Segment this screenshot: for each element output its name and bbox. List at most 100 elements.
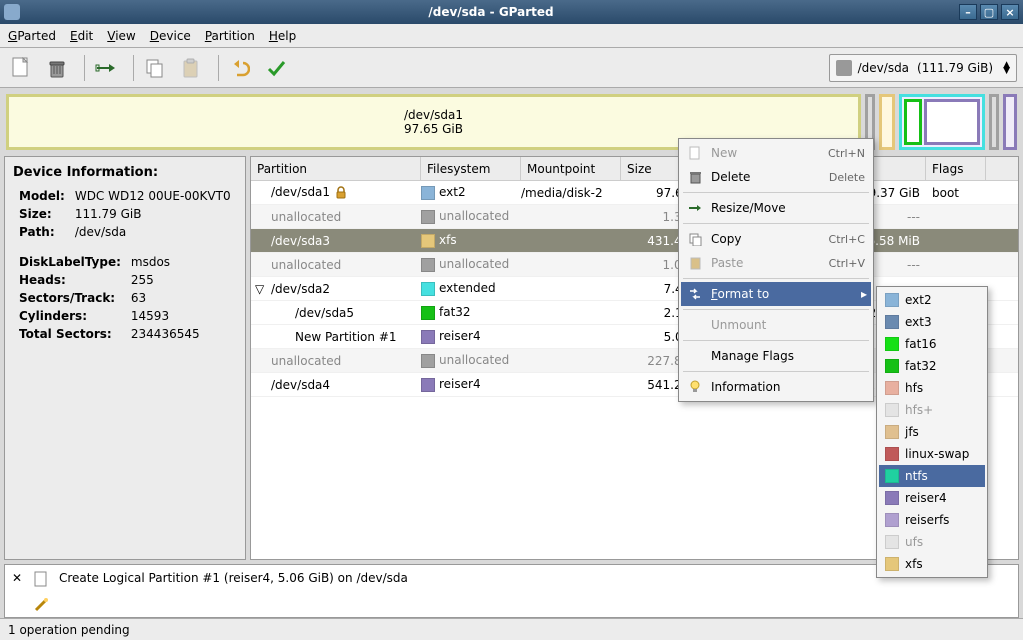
cylinders-value: 14593 xyxy=(127,308,204,324)
copy-button[interactable] xyxy=(140,53,170,83)
format-option-xfs[interactable]: xfs xyxy=(879,553,985,575)
visual-partition-sda5[interactable] xyxy=(904,99,922,145)
filesystem-swatch-icon xyxy=(885,315,899,329)
format-option-jfs[interactable]: jfs xyxy=(879,421,985,443)
mountpoint-value: /media/disk-2 xyxy=(521,186,621,200)
close-button[interactable]: × xyxy=(1001,4,1019,20)
menu-partition[interactable]: Partition xyxy=(205,29,255,43)
ctx-paste: Paste Ctrl+V xyxy=(681,251,871,275)
col-flags[interactable]: Flags xyxy=(926,157,986,180)
ctx-information[interactable]: Information xyxy=(681,375,871,399)
partition-name: /dev/sda2 xyxy=(271,282,330,296)
undo-button[interactable] xyxy=(225,53,255,83)
partition-name: New Partition #1 xyxy=(295,330,397,344)
maximize-button[interactable]: ▢ xyxy=(980,4,998,20)
menu-gparted[interactable]: GParted xyxy=(8,29,56,43)
col-partition[interactable]: Partition xyxy=(251,157,421,180)
toolbar: /dev/sda (111.79 GiB) ▲▼ xyxy=(0,48,1023,88)
filesystem-name: xfs xyxy=(439,233,457,247)
format-label: hfs+ xyxy=(905,403,933,417)
format-option-reiserfs[interactable]: reiserfs xyxy=(879,509,985,531)
visual-label-size: 97.65 GiB xyxy=(404,122,463,136)
resize-icon xyxy=(687,203,703,213)
menu-device[interactable]: Device xyxy=(150,29,191,43)
filesystem-swatch-icon xyxy=(421,330,435,344)
ctx-resize-move[interactable]: Resize/Move xyxy=(681,196,871,220)
visual-new-partition[interactable] xyxy=(924,99,980,145)
visual-partition-sda3[interactable] xyxy=(879,94,895,150)
format-label: xfs xyxy=(905,557,923,571)
format-label: ext3 xyxy=(905,315,932,329)
menubar: GParted Edit View Device Partition Help xyxy=(0,24,1023,48)
filesystem-name: ext2 xyxy=(439,185,466,199)
format-option-hfs-plus: hfs+ xyxy=(879,399,985,421)
visual-label-name: /dev/sda1 xyxy=(404,108,463,122)
filesystem-swatch-icon xyxy=(421,306,435,320)
format-option-ntfs[interactable]: ntfs xyxy=(879,465,985,487)
filesystem-swatch-icon xyxy=(421,282,435,296)
format-option-hfs[interactable]: hfs xyxy=(879,377,985,399)
new-file-icon xyxy=(687,146,703,160)
filesystem-swatch-icon xyxy=(421,210,435,224)
copy-icon xyxy=(687,233,703,246)
minimize-button[interactable]: – xyxy=(959,4,977,20)
format-label: ntfs xyxy=(905,469,928,483)
filesystem-swatch-icon xyxy=(885,469,899,483)
format-submenu: ext2 ext3 fat16 fat32 hfs hfs+ jfs linux-swap nt… xyxy=(876,286,988,578)
partition-name: /dev/sda1 xyxy=(271,185,330,199)
partition-name: /dev/sda3 xyxy=(271,234,330,248)
partition-name: unallocated xyxy=(271,258,341,272)
sectors-per-track: 63 xyxy=(127,290,204,306)
visual-unallocated-2[interactable] xyxy=(989,94,999,150)
ctx-copy[interactable]: Copy Ctrl+C xyxy=(681,227,871,251)
paste-button[interactable] xyxy=(176,53,206,83)
format-option-ext3[interactable]: ext3 xyxy=(879,311,985,333)
heads-value: 255 xyxy=(127,272,204,288)
format-option-fat16[interactable]: fat16 xyxy=(879,333,985,355)
format-option-linux-swap[interactable]: linux-swap xyxy=(879,443,985,465)
close-pending-button[interactable]: ✕ xyxy=(5,565,29,617)
table-row[interactable]: unallocated unallocated1.02 MiB------ xyxy=(251,253,1018,277)
format-label: fat32 xyxy=(905,359,937,373)
apply-button[interactable] xyxy=(261,53,291,83)
window-titlebar: /dev/sda - GParted – ▢ × xyxy=(0,0,1023,24)
ctx-unmount: Unmount xyxy=(681,313,871,337)
col-mountpoint[interactable]: Mountpoint xyxy=(521,157,621,180)
filesystem-name: fat32 xyxy=(439,305,471,319)
filesystem-swatch-icon xyxy=(885,425,899,439)
delete-button[interactable] xyxy=(42,53,72,83)
ctx-format-to[interactable]: Format to ▸ xyxy=(681,282,871,306)
format-label: reiser4 xyxy=(905,491,947,505)
visual-partition-sda4[interactable] xyxy=(1003,94,1017,150)
filesystem-name: extended xyxy=(439,281,496,295)
resize-move-button[interactable] xyxy=(91,53,121,83)
menu-help[interactable]: Help xyxy=(269,29,296,43)
pending-op-text: Create Logical Partition #1 (reiser4, 5.… xyxy=(53,565,1018,617)
device-info-heading: Device Information: xyxy=(13,165,237,180)
ctx-manage-flags[interactable]: Manage Flags xyxy=(681,344,871,368)
filesystem-swatch-icon xyxy=(885,491,899,505)
device-selector[interactable]: /dev/sda (111.79 GiB) ▲▼ xyxy=(829,54,1017,82)
menu-view[interactable]: View xyxy=(107,29,135,43)
format-option-ufs: ufs xyxy=(879,531,985,553)
expand-triangle-icon[interactable]: ▽ xyxy=(255,282,264,296)
filesystem-swatch-icon xyxy=(885,535,899,549)
filesystem-swatch-icon xyxy=(885,381,899,395)
partition-name: unallocated xyxy=(271,354,341,368)
filesystem-name: reiser4 xyxy=(439,377,481,391)
table-row[interactable]: unallocated unallocated1.31 MiB------ xyxy=(251,205,1018,229)
menu-edit[interactable]: Edit xyxy=(70,29,93,43)
filesystem-swatch-icon xyxy=(885,403,899,417)
new-partition-button[interactable] xyxy=(6,53,36,83)
table-row[interactable]: /dev/sda3 xfs431.47 MiB4.89 MiB26.58 MiB xyxy=(251,229,1018,253)
format-option-fat32[interactable]: fat32 xyxy=(879,355,985,377)
lightbulb-icon xyxy=(687,380,703,394)
col-filesystem[interactable]: Filesystem xyxy=(421,157,521,180)
filesystem-swatch-icon xyxy=(885,513,899,527)
format-option-ext2[interactable]: ext2 xyxy=(879,289,985,311)
visual-extended-sda2[interactable] xyxy=(899,94,985,150)
table-row[interactable]: /dev/sda1 ext2/media/disk-297.65 GiB88.2… xyxy=(251,181,1018,205)
ctx-delete[interactable]: Delete Delete xyxy=(681,165,871,189)
format-option-reiser4[interactable]: reiser4 xyxy=(879,487,985,509)
format-label: jfs xyxy=(905,425,919,439)
